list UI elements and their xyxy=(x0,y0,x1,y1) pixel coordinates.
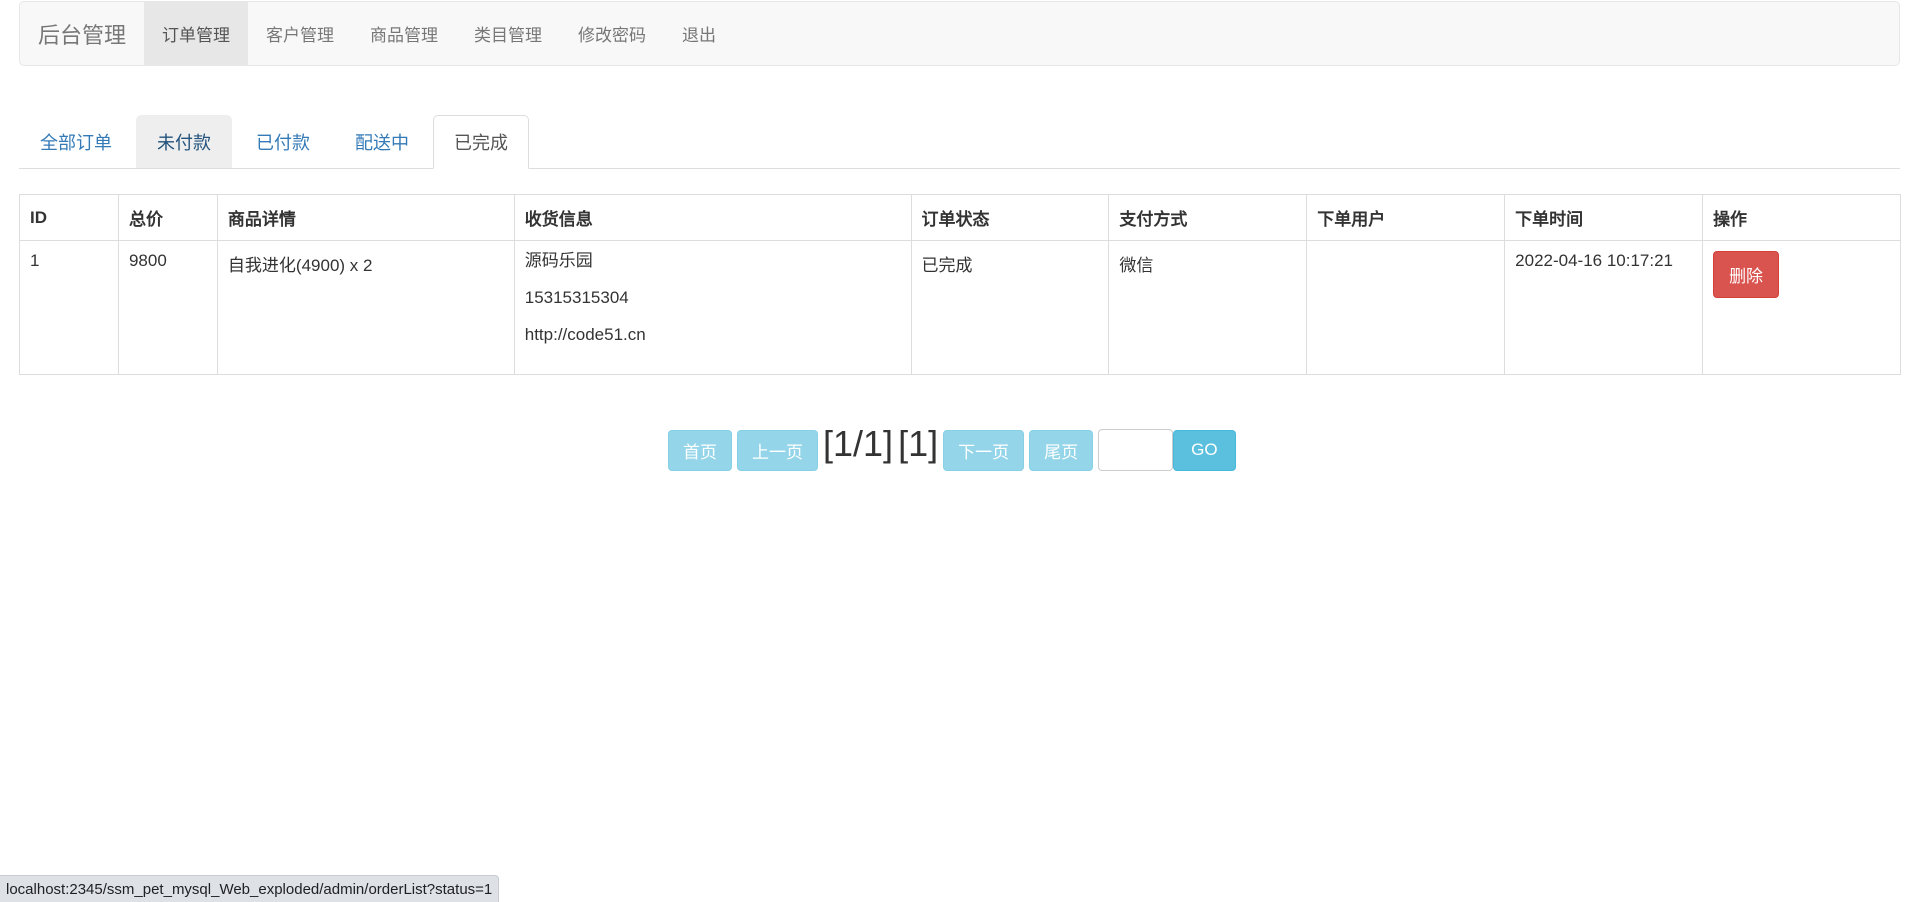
header-user: 下单用户 xyxy=(1306,194,1506,241)
brand-title[interactable]: 后台管理 xyxy=(20,2,144,65)
cell-id: 1 xyxy=(19,240,119,375)
nav-logout[interactable]: 退出 xyxy=(664,2,734,65)
page-number-input[interactable] xyxy=(1098,429,1174,471)
pagination: 首页 上一页 [1/1] [1] 下一页 尾页 GO xyxy=(668,423,1236,474)
tab-completed[interactable]: 已完成 xyxy=(433,115,529,169)
tab-paid[interactable]: 已付款 xyxy=(235,115,331,168)
nav-product-management[interactable]: 商品管理 xyxy=(352,2,456,65)
header-id: ID xyxy=(19,194,119,241)
shipping-name: 源码乐园 xyxy=(524,251,593,270)
nav-customer-management[interactable]: 客户管理 xyxy=(248,2,352,65)
table-header-row: ID 总价 商品详情 收货信息 订单状态 支付方式 下单用户 下单时间 操作 xyxy=(19,194,1901,241)
cell-order-time: 2022-04-16 10:17:21 xyxy=(1504,240,1704,375)
cell-total: 9800 xyxy=(117,240,218,375)
first-page-button[interactable]: 首页 xyxy=(668,429,732,471)
cell-user xyxy=(1306,240,1506,375)
header-action: 操作 xyxy=(1702,194,1901,241)
header-payment-method: 支付方式 xyxy=(1108,194,1308,241)
cell-detail: 自我进化(4900) x 2 xyxy=(216,240,515,375)
cell-shipping-info: 源码乐园 15315315304 http://code51.cn xyxy=(513,240,912,375)
header-order-status: 订单状态 xyxy=(910,194,1110,241)
cell-action: 删除 xyxy=(1702,240,1901,375)
header-order-time: 下单时间 xyxy=(1504,194,1704,241)
nav-category-management[interactable]: 类目管理 xyxy=(456,2,560,65)
cell-order-status: 已完成 xyxy=(910,240,1110,375)
header-total: 总价 xyxy=(117,194,218,241)
next-page-button[interactable]: 下一页 xyxy=(943,429,1025,471)
header-shipping-info: 收货信息 xyxy=(513,194,912,241)
table-row: 1 9800 自我进化(4900) x 2 源码乐园 15315315304 h… xyxy=(19,240,1901,375)
orders-table: ID 总价 商品详情 收货信息 订单状态 支付方式 下单用户 下单时间 操作 1… xyxy=(19,194,1901,375)
tab-unpaid[interactable]: 未付款 xyxy=(136,115,232,168)
tab-delivering[interactable]: 配送中 xyxy=(334,115,430,168)
prev-page-button[interactable]: 上一页 xyxy=(737,429,818,471)
page-info: [1/1] xyxy=(823,423,894,464)
header-detail: 商品详情 xyxy=(216,194,515,241)
top-navbar: 后台管理 订单管理 客户管理 商品管理 类目管理 修改密码 退出 xyxy=(19,1,1900,66)
shipping-phone: 15315315304 xyxy=(524,288,629,307)
nav-order-management[interactable]: 订单管理 xyxy=(144,2,249,65)
current-page: [1] xyxy=(898,423,939,464)
shipping-address: http://code51.cn xyxy=(524,325,646,344)
order-status-tabs: 全部订单 未付款 已付款 配送中 已完成 xyxy=(19,115,1900,169)
delete-button[interactable]: 删除 xyxy=(1713,251,1780,298)
cell-payment-method: 微信 xyxy=(1108,240,1308,375)
tab-all-orders[interactable]: 全部订单 xyxy=(19,115,133,168)
nav-change-password[interactable]: 修改密码 xyxy=(560,2,664,65)
browser-status-url: localhost:2345/ssm_pet_mysql_Web_explode… xyxy=(0,875,500,902)
last-page-button[interactable]: 尾页 xyxy=(1029,429,1094,471)
go-button[interactable]: GO xyxy=(1173,429,1236,471)
